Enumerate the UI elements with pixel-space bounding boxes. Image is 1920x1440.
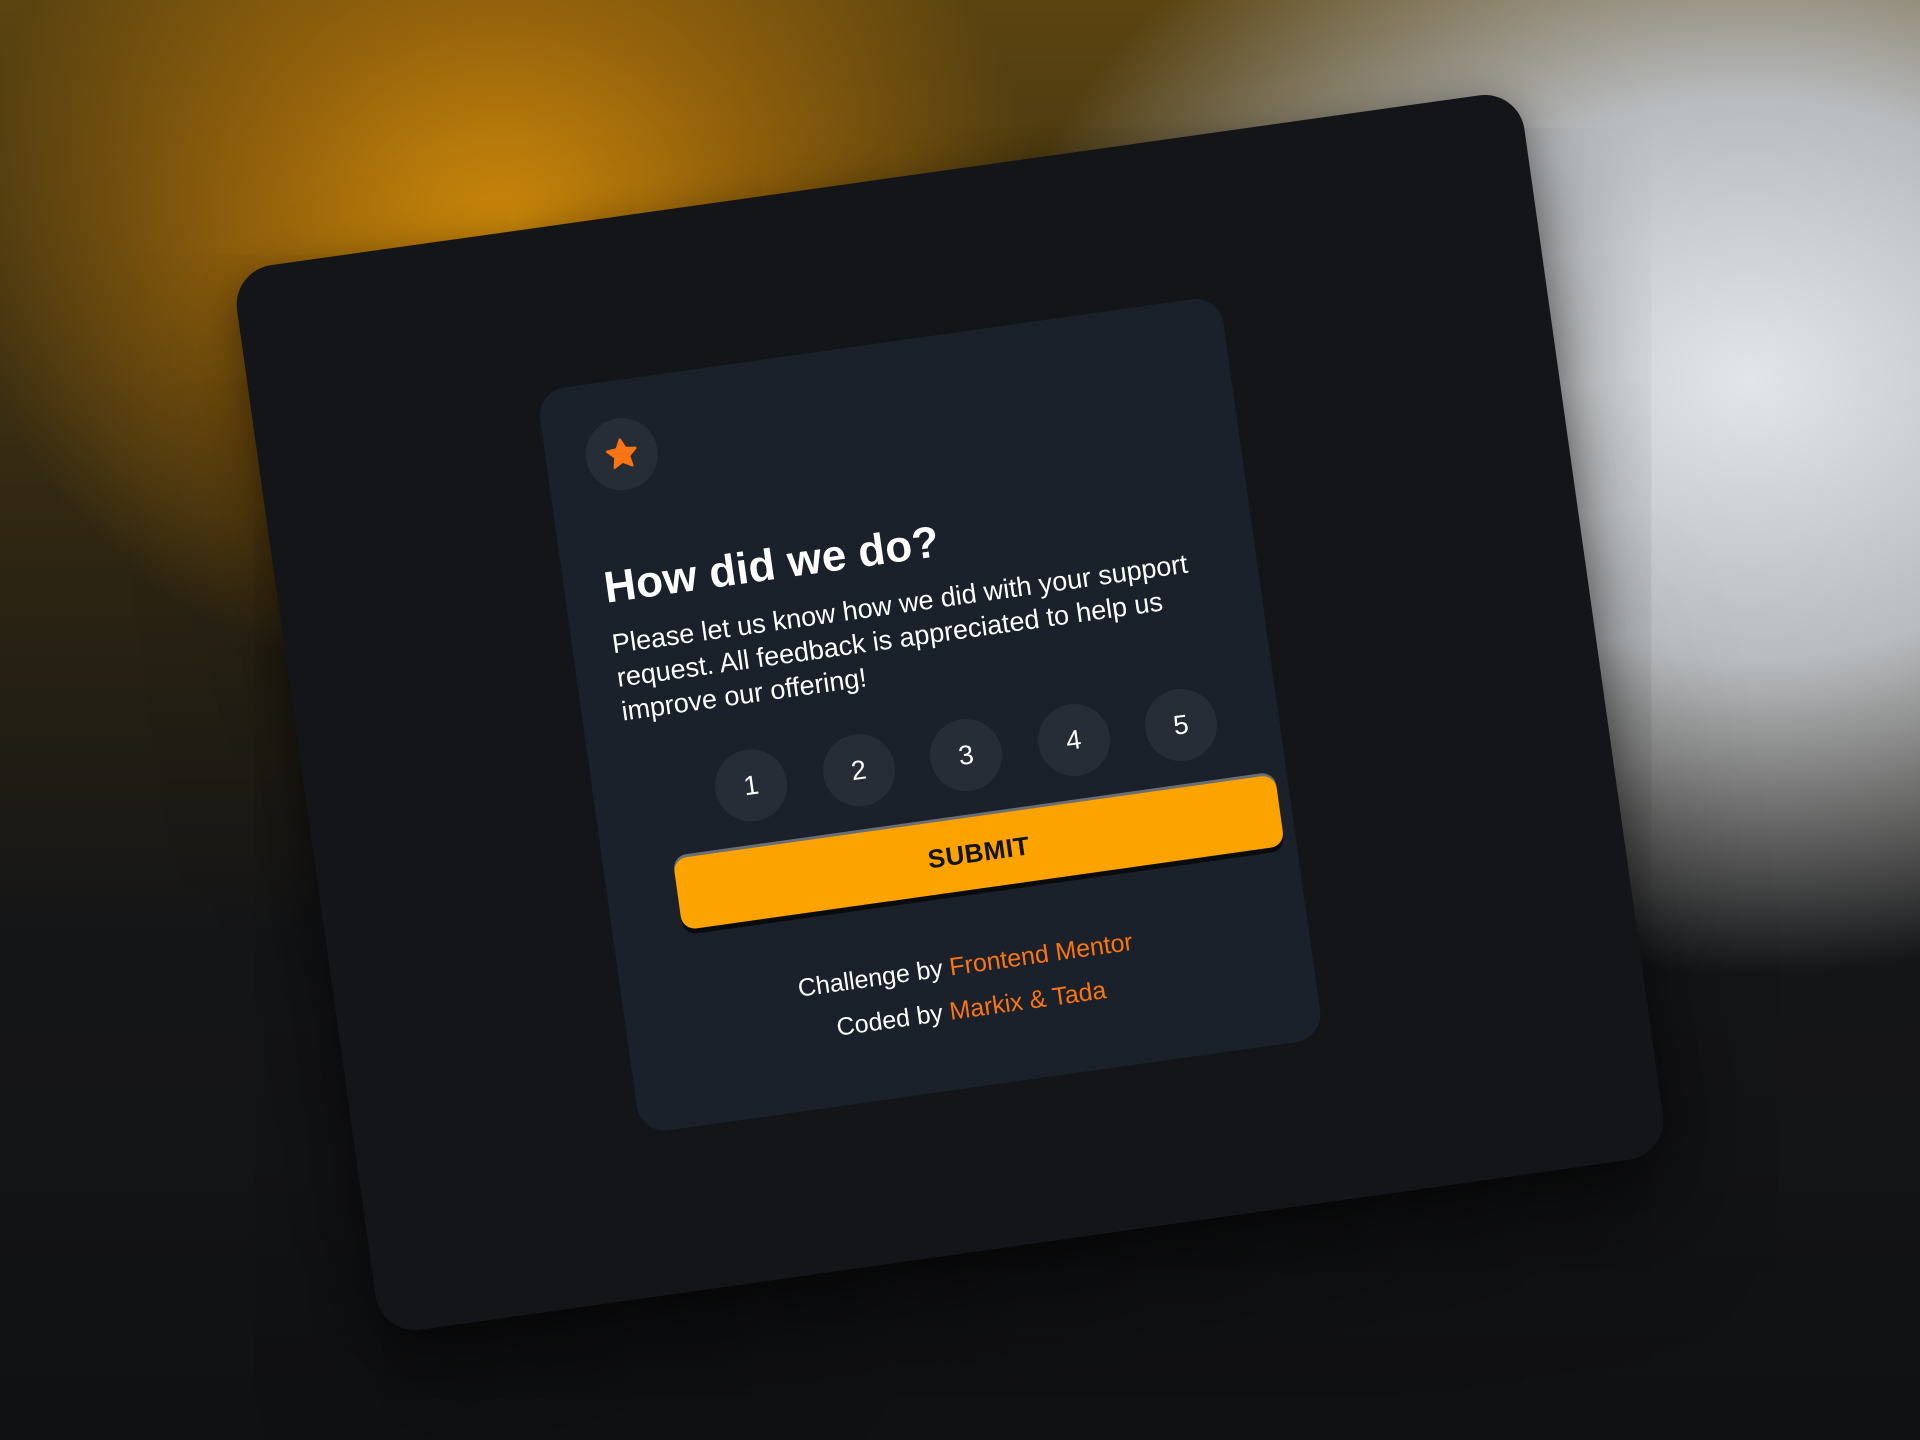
attribution: Challenge by Frontend Mentor Coded by Ma… [660,901,1276,1073]
coded-prefix: Coded by [834,999,945,1042]
rating-option-3[interactable]: 3 [925,714,1007,796]
tilted-frame: How did we do? Please let us know how we… [231,89,1669,1336]
star-icon [605,438,637,469]
rating-option-2[interactable]: 2 [817,729,900,811]
rating-option-4[interactable]: 4 [1032,699,1115,781]
rating-card: How did we do? Please let us know how we… [536,295,1324,1135]
rating-option-5[interactable]: 5 [1140,684,1222,766]
rating-option-1[interactable]: 1 [710,744,792,827]
star-badge [581,413,663,495]
